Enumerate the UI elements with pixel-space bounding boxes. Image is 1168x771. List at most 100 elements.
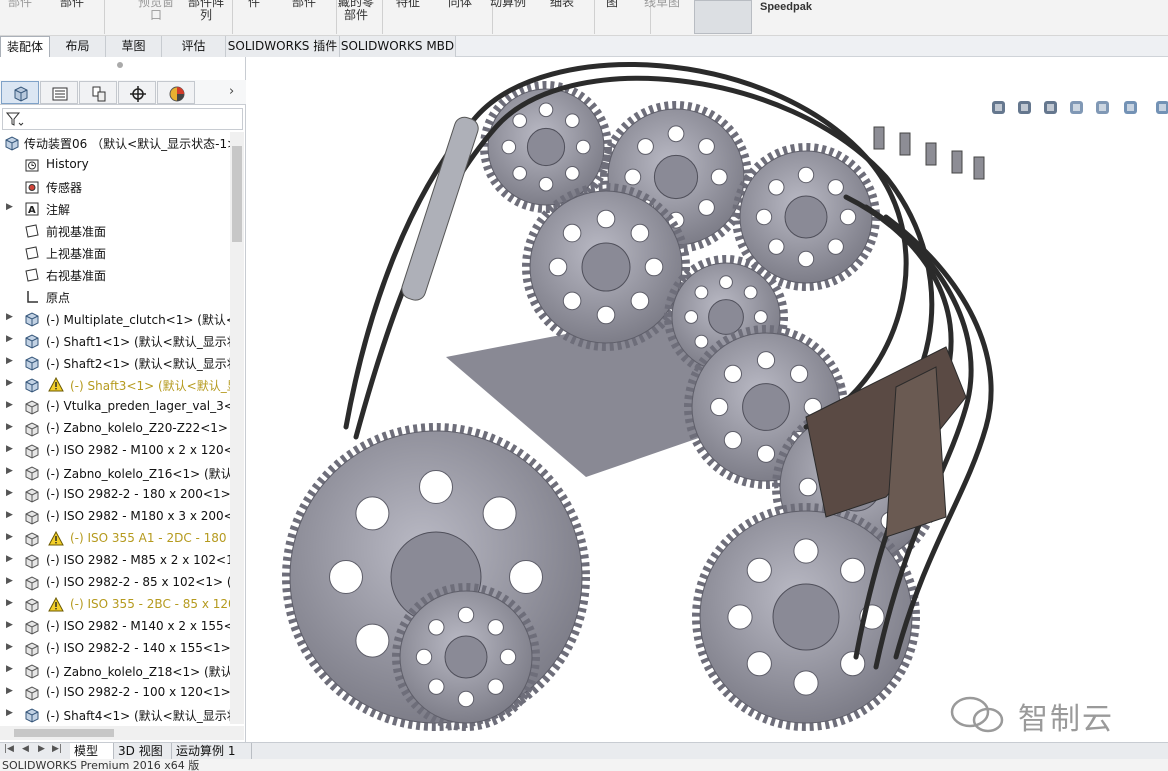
ribbon-button[interactable]: 部件阵 列 [188,0,224,22]
expand-arrow-icon[interactable]: ▶ [6,312,13,322]
dynamic-annotation-icon[interactable] [1092,97,1114,119]
tree-item[interactable]: ▶ (-) Vtulka_preden_lager_val_3<1 [0,396,230,418]
tree-item[interactable]: ▶ (-) ISO 355 A1 - 2DC - 180 : [0,528,230,550]
expand-arrow-icon[interactable]: ▶ [6,686,13,696]
tab-layout[interactable]: 布局 [50,36,106,57]
expand-arrow-icon[interactable]: ▶ [6,400,13,410]
expand-arrow-icon[interactable]: ▶ [6,356,13,366]
configurationmanager-tab[interactable] [79,81,117,104]
nav-last-icon[interactable]: ▶| [52,744,62,754]
gear-hole [719,275,733,290]
tab-evaluate[interactable]: 评估 [162,36,226,57]
tree-filter[interactable] [2,108,243,130]
gear-hole [457,690,475,708]
tree-item[interactable]: 前视基准面 [0,220,230,242]
tree-item[interactable]: ▶ (-) Shaft2<1> (默认<默认_显示状 [0,352,230,374]
tree-item[interactable]: ▶ (-) ISO 2982-2 - 100 x 120<1> ( [0,682,230,704]
expand-arrow-icon[interactable]: ▶ [6,444,13,454]
tree-item[interactable]: ▶ (-) ISO 2982-2 - 140 x 155<1> ( [0,638,230,660]
expand-arrow-icon[interactable]: ▶ [6,532,13,542]
tree-item[interactable]: ▶ (-) ISO 2982 - M140 x 2 x 155< [0,616,230,638]
part-icon [25,664,39,679]
assembly-icon [25,356,39,371]
gear-hole [512,113,528,129]
tree-root[interactable]: 传动装置06 （默认<默认_显示状态-1> [0,132,230,154]
expand-arrow-icon[interactable]: ▶ [6,576,13,586]
tree-item[interactable]: ▶ (-) Shaft4<1> (默认<默认_显示状 [0,704,230,724]
ribbon-button[interactable]: 部件 [8,0,32,9]
tree-item[interactable]: ▶ (-) ISO 2982 - M100 x 2 x 120< [0,440,230,462]
tree-item[interactable]: 上视基准面 [0,242,230,264]
ribbon-button[interactable]: 藏的零 部件 [338,0,374,22]
tree-item[interactable]: ▶ (-) ISO 2982-2 - 85 x 102<1> ( [0,572,230,594]
expand-arrow-icon[interactable]: ▶ [6,664,13,674]
expand-arrow-icon[interactable]: ▶ [6,202,13,212]
expand-arrow-icon[interactable]: ▶ [6,642,13,652]
tree-vertical-scrollbar[interactable] [230,132,244,724]
tab-assembly[interactable]: 装配体 [0,36,50,57]
ribbon-button[interactable]: 部件 [292,0,316,9]
ribbon-button[interactable]: 动算例 [490,0,526,9]
zoom-to-fit-icon[interactable] [988,97,1010,119]
section-view-icon[interactable] [1066,97,1088,119]
tree-item[interactable]: ▶ (-) Zabno_kolelo_Z16<1> (默认< [0,462,230,484]
chevron-right-icon[interactable]: › [229,84,234,99]
ribbon-button[interactable]: 特征 [396,0,420,9]
previous-view-icon[interactable] [1040,97,1062,119]
tree-horizontal-scrollbar[interactable] [0,726,244,740]
tree-item[interactable]: ▶ (-) Shaft3<1> (默认<默认_显 [0,374,230,396]
nav-first-icon[interactable]: |◀ [4,744,14,754]
propertymanager-tab[interactable] [40,81,78,104]
display-style-icon[interactable] [1152,97,1168,119]
expand-arrow-icon[interactable]: ▶ [6,510,13,520]
tree-item[interactable]: ▶ (-) ISO 355 - 2BC - 85 x 120 [0,594,230,616]
scrollbar-thumb[interactable] [232,146,242,242]
ribbon-selected-button[interactable] [694,0,752,34]
ribbon-button[interactable]: 线草图 [644,0,680,9]
view-orientation-icon[interactable] [1120,97,1142,119]
expand-arrow-icon[interactable]: ▶ [6,378,13,388]
tree-item[interactable]: History [0,154,230,176]
tree-item[interactable]: 右视基准面 [0,264,230,286]
tree-item[interactable]: ▶ (-) Zabno_kolelo_Z18<1> (默认< [0,660,230,682]
dimxpert-tab[interactable] [118,81,156,104]
tree-item[interactable]: ▶ (-) Shaft1<1> (默认<默认_显示状 [0,330,230,352]
expand-arrow-icon[interactable]: ▶ [6,708,13,718]
tab-sketch[interactable]: 草图 [106,36,162,57]
expand-arrow-icon[interactable]: ▶ [6,466,13,476]
speedpak-button[interactable]: Speedpak [760,1,812,13]
display-manager-tab[interactable] [157,81,195,104]
zoom-area-icon[interactable] [1014,97,1036,119]
tree-item[interactable]: ▶ A 注解 [0,198,230,220]
tree-item[interactable]: ▶ (-) Multiplate_clutch<1> (默认<默 [0,308,230,330]
tree-item[interactable]: 原点 [0,286,230,308]
expand-arrow-icon[interactable]: ▶ [6,488,13,498]
nav-next-icon[interactable]: ▶ [38,744,45,754]
expand-arrow-icon[interactable]: ▶ [6,334,13,344]
expand-arrow-icon[interactable]: ▶ [6,620,13,630]
tab-solidworks-mbd[interactable]: SOLIDWORKS MBD [340,36,456,57]
ribbon-button[interactable]: 件 [248,0,260,9]
ribbon-button[interactable]: 部件 [60,0,84,9]
tree-item[interactable]: ▶ (-) Zabno_kolelo_Z20-Z22<1> ( [0,418,230,440]
scrollbar-thumb[interactable] [14,729,114,737]
ribbon-button[interactable]: 预览窗 口 [138,0,174,22]
ribbon-button[interactable]: 同体 [448,0,472,9]
expand-arrow-icon[interactable]: ▶ [6,554,13,564]
nav-prev-icon[interactable]: ◀ [22,744,29,754]
tab-solidworks-addins[interactable]: SOLIDWORKS 插件 [226,36,340,57]
expand-arrow-icon[interactable]: ▶ [6,598,13,608]
ribbon-button[interactable]: 图 [606,0,618,9]
tree-item[interactable]: ▶ (-) ISO 2982-2 - 180 x 200<1> ( [0,484,230,506]
expand-arrow-icon[interactable]: ▶ [6,422,13,432]
featuremanager-tab[interactable] [1,81,39,104]
tree-item[interactable]: 传感器 [0,176,230,198]
tree-item[interactable]: ▶ (-) ISO 2982 - M180 x 3 x 200< [0,506,230,528]
tree-item[interactable]: ▶ (-) ISO 2982 - M85 x 2 x 102<1 [0,550,230,572]
tree-item-label: (-) Shaft1<1> (默认<默认_显示状 [46,335,230,349]
ribbon-button[interactable]: 细表 [550,0,574,9]
gear-hole [840,557,866,583]
graphics-viewport[interactable]: Z Y X [246,57,1168,742]
ribbon-separator [232,0,233,34]
panel-grip[interactable] [117,62,123,68]
